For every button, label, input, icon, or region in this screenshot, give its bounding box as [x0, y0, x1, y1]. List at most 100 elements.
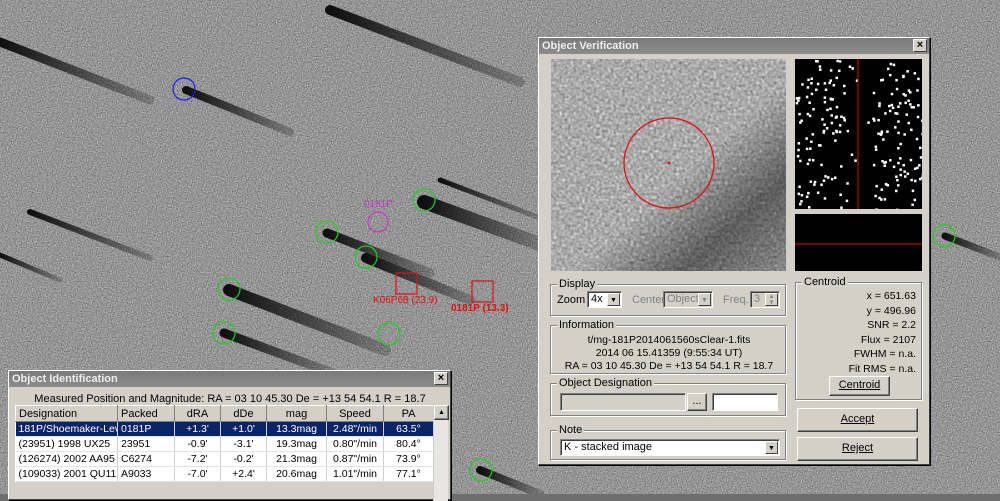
centroid-values: x = 651.63 y = 496.96 SNR = 2.2 Flux = 2…: [796, 289, 916, 376]
display-legend: Display: [557, 278, 597, 290]
centroid-flux: Flux = 2107: [796, 333, 916, 348]
object-identification-titlebar[interactable]: Object Identification ×: [9, 371, 450, 387]
profile-line-plot: [795, 214, 922, 271]
freq-value: 3: [754, 293, 760, 305]
cell-speed: 2.48"/min: [327, 422, 384, 437]
cell-pa: 63.5°: [384, 422, 434, 437]
cell-mag: 19.3mag: [267, 437, 327, 452]
zoom-value: 4x: [591, 293, 603, 305]
cell-mag: 20.6mag: [267, 467, 327, 482]
close-icon[interactable]: ×: [913, 39, 927, 52]
column-packed[interactable]: Packed: [118, 406, 175, 422]
cell-dde: -3.1': [221, 437, 267, 452]
sky-label-k06p68: K06P68 (23.9): [373, 295, 438, 306]
info-coords: RA = 03 10 45.30 De = +13 54 54.1 R = 18…: [551, 360, 787, 372]
close-icon[interactable]: ×: [434, 372, 448, 385]
object-verification-titlebar[interactable]: Object Verification ×: [539, 38, 929, 54]
cell-pa: 73.9°: [384, 452, 434, 467]
table-header-row: Designation Packed dRA dDe mag Speed PA: [16, 406, 434, 422]
note-legend: Note: [557, 424, 584, 436]
freq-spinner[interactable]: 3 ▲▼: [750, 291, 780, 308]
cell-speed: 0.87"/min: [327, 452, 384, 467]
centroid-fit-rms: Fit RMS = n.a.: [796, 362, 916, 377]
centroid-legend: Centroid: [802, 276, 848, 288]
spinner-arrows-icon[interactable]: ▲▼: [765, 293, 778, 306]
cell-pa: 80.4°: [384, 437, 434, 452]
note-value: K - stacked image: [564, 441, 652, 453]
center-value: Object: [667, 293, 699, 305]
centroid-snr: SNR = 2.2: [796, 318, 916, 333]
cell-designation: (23951) 1998 UX25: [16, 437, 118, 452]
centroid-button[interactable]: Centroid: [829, 376, 890, 396]
cell-packed: 23951: [118, 437, 175, 452]
object-verification-window: Object Verification ×: [538, 37, 930, 465]
centroid-x: x = 651.63: [796, 289, 916, 304]
info-file: t/mg-181P2014061560sClear-1.fits: [551, 334, 787, 346]
window-title: Object Identification: [12, 373, 118, 385]
display-group: Display Zoom 4x ▼ Center Object ▼ Freq. …: [550, 284, 786, 316]
cell-packed: A9033: [118, 467, 175, 482]
designation-second-input[interactable]: [712, 393, 778, 411]
column-dde[interactable]: dDe: [221, 406, 267, 422]
designation-legend: Object Designation: [557, 377, 654, 389]
column-speed[interactable]: Speed: [327, 406, 384, 422]
note-group: Note K - stacked image ▼: [550, 430, 786, 460]
cell-designation: (126274) 2002 AA95: [16, 452, 118, 467]
identification-table: Designation Packed dRA dDe mag Speed PA …: [15, 405, 434, 482]
column-designation[interactable]: Designation: [16, 406, 118, 422]
measured-position-text: Measured Position and Magnitude: RA = 03…: [17, 393, 443, 405]
info-date: 2014 06 15.41359 (9:55:34 UT): [551, 347, 787, 359]
zoomed-object-image[interactable]: [551, 59, 786, 271]
note-select[interactable]: K - stacked image ▼: [560, 439, 780, 456]
profile-plot: [795, 59, 922, 209]
centroid-group: Centroid x = 651.63 y = 496.96 SNR = 2.2…: [795, 282, 922, 400]
chevron-down-icon[interactable]: ▼: [607, 293, 620, 306]
cell-speed: 1.01"/min: [327, 467, 384, 482]
chevron-down-icon[interactable]: ▼: [698, 293, 711, 306]
object-designation-group: Object Designation ...: [550, 383, 786, 416]
cell-dra: +1.3': [175, 422, 221, 437]
information-group: Information t/mg-181P2014061560sClear-1.…: [550, 325, 786, 374]
accept-button[interactable]: Accept: [797, 408, 918, 432]
cell-mag: 13.3mag: [267, 422, 327, 437]
cell-packed: 0181P: [118, 422, 175, 437]
cell-dde: +1.0': [221, 422, 267, 437]
cell-mag: 21.3mag: [267, 452, 327, 467]
center-select[interactable]: Object ▼: [663, 291, 713, 308]
cell-designation: 181P/Shoemaker-Levy: [16, 422, 118, 437]
table-row[interactable]: (126274) 2002 AA95 C6274 -7.2' -0.2' 21.…: [16, 452, 434, 467]
aperture-center: [668, 162, 671, 165]
column-pa[interactable]: PA: [384, 406, 434, 422]
table-vertical-scrollbar[interactable]: ▲: [433, 405, 448, 501]
sky-label-comet: 0181P: [364, 199, 393, 210]
column-dra[interactable]: dRA: [175, 406, 221, 422]
cell-dra: -0.9': [175, 437, 221, 452]
cell-dra: -7.0': [175, 467, 221, 482]
chevron-down-icon[interactable]: ▼: [765, 441, 778, 454]
centroid-y: y = 496.96: [796, 304, 916, 319]
information-legend: Information: [557, 319, 616, 331]
cell-designation: (109033) 2001 QU11: [16, 467, 118, 482]
browse-button[interactable]: ...: [687, 393, 707, 411]
scroll-up-icon[interactable]: ▲: [434, 405, 449, 420]
center-label: Center: [632, 294, 665, 306]
centroid-fwhm: FWHM = n.a.: [796, 347, 916, 362]
cell-dde: +2.4': [221, 467, 267, 482]
window-title: Object Verification: [542, 40, 639, 52]
sky-label-181p: 0181P (13.3): [451, 303, 509, 314]
table-row[interactable]: 181P/Shoemaker-Levy 0181P +1.3' +1.0' 13…: [16, 422, 434, 437]
table-row[interactable]: (23951) 1998 UX25 23951 -0.9' -3.1' 19.3…: [16, 437, 434, 452]
designation-input[interactable]: [560, 393, 686, 411]
cell-pa: 77.1°: [384, 467, 434, 482]
table-row[interactable]: (109033) 2001 QU11 A9033 -7.0' +2.4' 20.…: [16, 467, 434, 482]
cell-speed: 0.80"/min: [327, 437, 384, 452]
zoom-label: Zoom: [557, 294, 585, 306]
cell-packed: C6274: [118, 452, 175, 467]
column-mag[interactable]: mag: [267, 406, 327, 422]
reject-button[interactable]: Reject: [797, 437, 918, 461]
freq-label: Freq.: [723, 294, 749, 306]
zoom-select[interactable]: 4x ▼: [587, 291, 622, 308]
cell-dra: -7.2': [175, 452, 221, 467]
object-identification-window: Object Identification × Measured Positio…: [8, 370, 451, 500]
cell-dde: -0.2': [221, 452, 267, 467]
